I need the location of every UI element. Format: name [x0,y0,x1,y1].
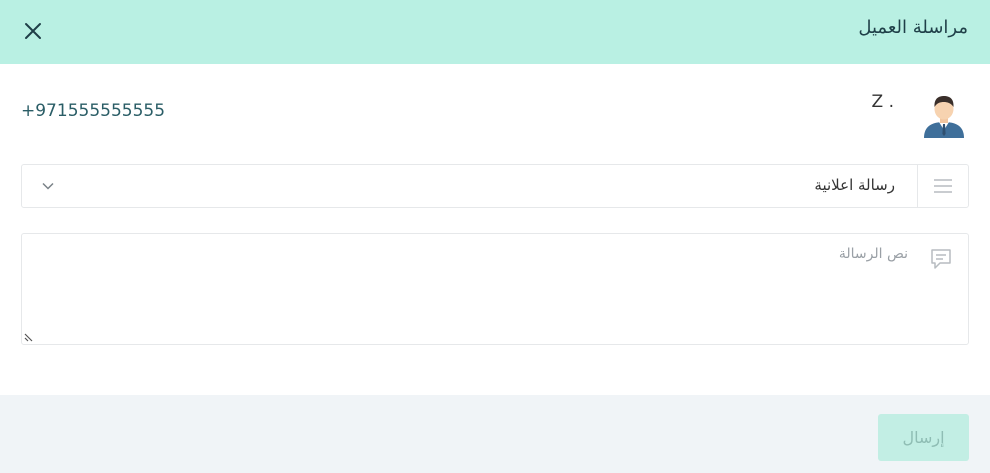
customer-info: Z . +971555555555 [0,64,990,156]
message-type-select[interactable]: رسالة اعلانية [21,164,969,208]
dialog-title: مراسلة العميل [858,17,968,38]
resize-grip-icon[interactable] [24,332,34,342]
customer-phone: +971555555555 [21,101,166,121]
customer-name: Z . [871,92,894,112]
dialog-footer: إرسال [0,395,990,473]
chevron-down-icon [42,182,54,190]
message-icon [931,249,951,269]
message-textarea[interactable] [48,242,908,337]
send-button[interactable]: إرسال [878,414,969,461]
close-button[interactable] [21,19,45,43]
dialog-header: مراسلة العميل [0,0,990,64]
selected-message-type: رسالة اعلانية [814,176,895,194]
message-body-box [21,233,969,345]
close-icon [25,23,41,39]
select-icon-cell [917,165,968,207]
avatar [922,92,966,140]
list-icon [934,179,952,193]
avatar-icon [924,96,964,138]
